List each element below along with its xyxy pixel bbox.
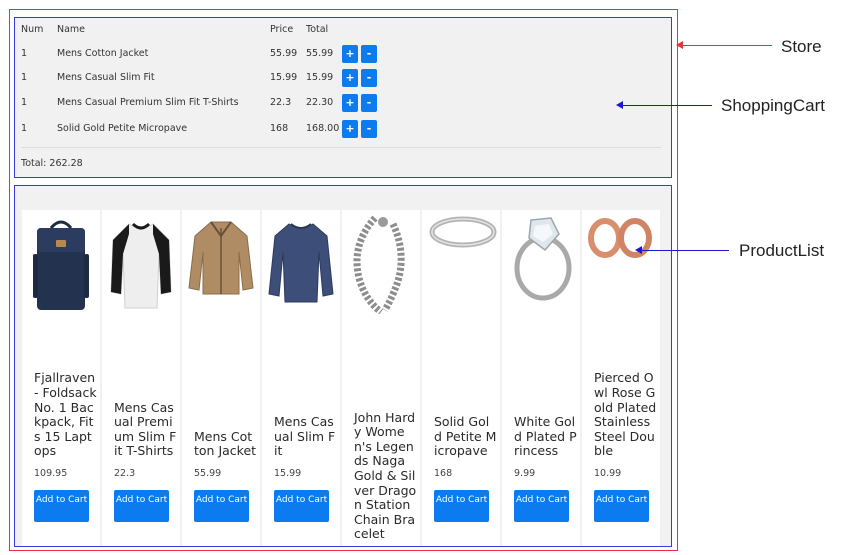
cart-total: Total: 262.28: [21, 156, 83, 172]
cart-row-total: 22.30: [306, 97, 334, 108]
product-title: Mens Casual Premium Slim Fit T-Shirts: [114, 399, 177, 459]
cart-row-price: 168: [270, 123, 289, 134]
cart-row-num: 1: [21, 72, 28, 83]
product-card-body: John Hardy Women's Legends Naga Gold & S…: [354, 409, 417, 546]
cart-row-num: 1: [21, 123, 28, 134]
add-to-cart-button[interactable]: Add to Cart: [34, 490, 89, 522]
cart-row-total: 15.99: [306, 72, 334, 83]
increase-quantity-button[interactable]: +: [342, 94, 358, 112]
product-card-body: Pierced Owl Rose Gold Plated Stainless S…: [594, 371, 657, 546]
cart-row: 1 Mens Casual Slim Fit 15.99 15.99 + -: [15, 67, 671, 89]
decrease-quantity-button[interactable]: -: [361, 94, 377, 112]
cart-row-num: 1: [21, 97, 28, 108]
cart-row-name: Mens Casual Premium Slim Fit T-Shirts: [57, 97, 239, 108]
product-card: Solid Gold Petite Micropave 168 Add to C…: [422, 210, 500, 546]
cart-total-label: Total:: [21, 158, 47, 169]
rose-gold-plugs-icon: [588, 218, 652, 258]
product-price: 55.99: [194, 468, 222, 479]
add-to-cart-button[interactable]: Add to Cart: [434, 490, 489, 522]
cart-row-total: 168.00: [306, 123, 340, 134]
header-price: Price: [270, 24, 294, 35]
product-price: 15.99: [274, 468, 302, 479]
cart-row-total: 55.99: [306, 48, 334, 59]
cart-row-name: Solid Gold Petite Micropave: [57, 123, 188, 134]
add-to-cart-button[interactable]: Add to Cart: [194, 490, 249, 522]
cart-annotation-arrow: [622, 105, 712, 106]
product-price: 168: [434, 468, 453, 479]
product-card: Pierced Owl Rose Gold Plated Stainless S…: [582, 210, 660, 546]
product-price: 10.99: [594, 468, 622, 479]
cart-arrowhead-icon: [616, 101, 623, 109]
product-title: Pierced Owl Rose Gold Plated Stainless S…: [594, 370, 657, 459]
add-to-cart-button[interactable]: Add to Cart: [514, 490, 569, 522]
header-num: Num: [21, 24, 44, 35]
store-arrowhead-icon: [676, 41, 683, 49]
decrease-quantity-button[interactable]: -: [361, 120, 377, 138]
cart-row-price: 22.3: [270, 97, 292, 108]
header-total: Total: [306, 24, 329, 35]
header-name: Name: [57, 24, 86, 35]
product-title: John Hardy Women's Legends Naga Gold & S…: [354, 409, 417, 542]
add-to-cart-button[interactable]: Add to Cart: [274, 490, 329, 522]
diamond-ring-icon: [514, 217, 572, 301]
product-price: 109.95: [34, 468, 68, 479]
decrease-quantity-button[interactable]: -: [361, 45, 377, 63]
product-title: Mens Cotton Jacket: [194, 428, 257, 459]
product-card: Fjallraven - Foldsack No. 1 Backpack, Fi…: [22, 210, 100, 546]
increase-quantity-button[interactable]: +: [342, 69, 358, 87]
add-to-cart-button[interactable]: Add to Cart: [114, 490, 169, 522]
cart-row-num: 1: [21, 48, 28, 59]
product-card-body: Solid Gold Petite Micropave 168 Add to C…: [434, 414, 497, 546]
product-card: Mens Casual Premium Slim Fit T-Shirts 22…: [102, 210, 180, 546]
cart-header-row: Num Name Price Total: [15, 19, 671, 41]
add-to-cart-button[interactable]: Add to Cart: [594, 490, 649, 522]
product-card: Mens Cotton Jacket 55.99 Add to Cart: [182, 210, 260, 546]
product-price: 22.3: [114, 468, 136, 479]
store-annotation-label: Store: [781, 37, 822, 56]
product-card: White Gold Plated Princess 9.99 Add to C…: [502, 210, 580, 546]
product-title: Fjallraven - Foldsack No. 1 Backpack, Fi…: [34, 370, 97, 459]
increase-quantity-button[interactable]: +: [342, 45, 358, 63]
cart-row-name: Mens Cotton Jacket: [57, 48, 149, 59]
product-title: Solid Gold Petite Micropave: [434, 414, 497, 459]
jacket-icon: [188, 221, 254, 295]
list-annotation-label: ProductList: [739, 241, 825, 260]
product-card-body: White Gold Plated Princess 9.99 Add to C…: [514, 414, 577, 546]
product-title: Mens Casual Slim Fit: [274, 414, 336, 459]
cart-row-price: 15.99: [270, 72, 298, 83]
product-card-body: Mens Cotton Jacket 55.99 Add to Cart: [194, 428, 257, 546]
shopping-cart: Num Name Price Total 1 Mens Cotton Jacke…: [14, 17, 672, 178]
product-list: Fjallraven - Foldsack No. 1 Backpack, Fi…: [14, 185, 672, 547]
cart-row: 1 Solid Gold Petite Micropave 168 168.00…: [15, 118, 671, 140]
cart-row: 1 Mens Cotton Jacket 55.99 55.99 + -: [15, 43, 671, 65]
cart-row-name: Mens Casual Slim Fit: [57, 72, 155, 83]
product-card: Mens Casual Slim Fit 15.99 Add to Cart: [262, 210, 340, 546]
cart-annotation-label: ShoppingCart: [721, 96, 825, 115]
chain-bracelet-icon: [353, 215, 405, 314]
product-card-body: Fjallraven - Foldsack No. 1 Backpack, Fi…: [34, 371, 97, 546]
increase-quantity-button[interactable]: +: [342, 120, 358, 138]
product-cards: Fjallraven - Foldsack No. 1 Backpack, Fi…: [22, 210, 662, 546]
cart-row: 1 Mens Casual Premium Slim Fit T-Shirts …: [15, 92, 671, 114]
longsleeve-shirt-icon: [268, 223, 334, 303]
store-annotation-arrow: [682, 45, 772, 46]
cart-total-value: 262.28: [49, 158, 83, 169]
product-title: White Gold Plated Princess: [514, 414, 577, 459]
backpack-icon: [33, 220, 89, 310]
product-price: 9.99: [514, 468, 536, 479]
decrease-quantity-button[interactable]: -: [361, 69, 377, 87]
product-card: John Hardy Women's Legends Naga Gold & S…: [342, 210, 420, 546]
raglan-shirt-icon: [110, 222, 172, 309]
product-card-body: Mens Casual Premium Slim Fit T-Shirts 22…: [114, 399, 177, 546]
list-annotation-arrow: [641, 250, 729, 251]
cart-row-price: 55.99: [270, 48, 298, 59]
cart-divider: [21, 147, 661, 148]
band-ring-icon: [429, 216, 497, 248]
list-arrowhead-icon: [635, 246, 642, 254]
product-card-body: Mens Casual Slim Fit 15.99 Add to Cart: [274, 414, 337, 546]
